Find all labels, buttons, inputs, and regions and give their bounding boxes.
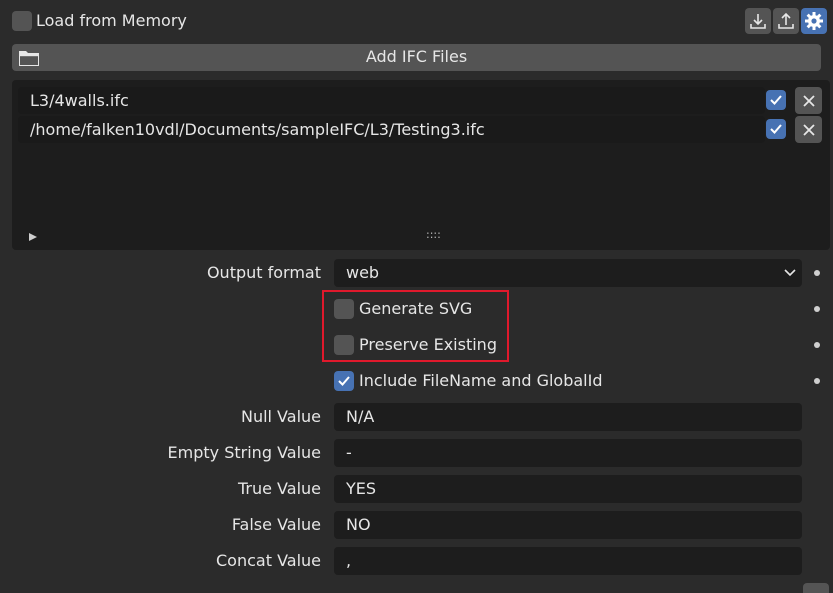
file-enabled-checkbox[interactable] — [766, 119, 786, 139]
include-filename-label: Include FileName and GlobalId — [359, 371, 603, 390]
empty-string-value-field[interactable]: - — [334, 439, 802, 467]
close-icon — [802, 94, 815, 107]
concat-value-label: Concat Value — [216, 551, 321, 570]
expand-triangle-icon[interactable] — [28, 232, 38, 242]
settings-button[interactable] — [801, 8, 827, 34]
keyframe-dot[interactable] — [814, 342, 820, 348]
download-button[interactable] — [745, 8, 771, 34]
remove-file-button[interactable] — [795, 116, 822, 143]
false-value-field[interactable]: NO — [334, 511, 802, 539]
upload-icon — [778, 12, 794, 29]
output-format-value: web — [346, 263, 380, 282]
checkmark-icon — [338, 376, 350, 386]
concat-value-field[interactable]: , — [334, 547, 802, 575]
file-list-panel: L3/4walls.ifc /home/falken10vdl/Document… — [12, 80, 830, 250]
scroll-button[interactable] — [803, 583, 829, 593]
remove-file-button[interactable] — [795, 87, 822, 114]
output-format-label: Output format — [206, 263, 321, 282]
close-icon — [802, 123, 815, 136]
include-filename-checkbox[interactable] — [334, 371, 354, 391]
null-value-field[interactable]: N/A — [334, 403, 802, 431]
null-value-label: Null Value — [240, 407, 321, 426]
checkmark-icon — [770, 95, 782, 105]
keyframe-dot[interactable] — [814, 378, 820, 384]
load-from-memory-checkbox[interactable] — [12, 11, 32, 31]
keyframe-dot[interactable] — [814, 306, 820, 312]
upload-button[interactable] — [773, 8, 799, 34]
load-from-memory-label: Load from Memory — [36, 11, 187, 30]
add-ifc-files-label: Add IFC Files — [365, 47, 468, 66]
chevron-down-icon — [784, 269, 796, 277]
output-format-select[interactable]: web — [334, 259, 802, 287]
false-value-label: False Value — [231, 515, 321, 534]
file-path-field[interactable]: /home/falken10vdl/Documents/sampleIFC/L3… — [18, 116, 765, 143]
keyframe-dot[interactable] — [814, 270, 820, 276]
add-ifc-files-button[interactable]: Add IFC Files — [12, 44, 821, 71]
resize-handle[interactable]: :::: — [426, 228, 441, 242]
gear-icon — [805, 12, 823, 30]
true-value-field[interactable]: YES — [334, 475, 802, 503]
download-icon — [750, 14, 766, 29]
file-path-field[interactable]: L3/4walls.ifc — [18, 87, 765, 114]
empty-string-value-label: Empty String Value — [167, 443, 321, 462]
true-value-label: True Value — [237, 479, 321, 498]
highlight-box — [322, 290, 509, 362]
checkmark-icon — [770, 124, 782, 134]
file-enabled-checkbox[interactable] — [766, 90, 786, 110]
